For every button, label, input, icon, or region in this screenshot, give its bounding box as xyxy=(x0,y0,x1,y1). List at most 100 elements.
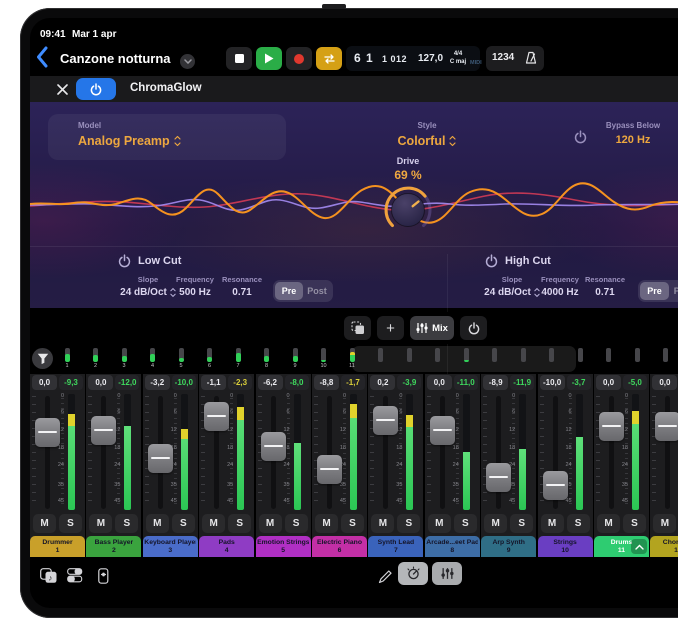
overview-meter-8[interactable] xyxy=(264,348,269,362)
overview-meter-12[interactable] xyxy=(378,348,383,362)
mixer-overview-strip[interactable]: 1234567891011 xyxy=(30,346,678,373)
track-name-band[interactable]: Keyboard Player3 xyxy=(143,536,198,557)
song-title[interactable]: Canzone notturna xyxy=(60,51,171,66)
high-cut-post-button[interactable]: Post xyxy=(669,282,678,300)
volume-value[interactable]: -5,0 xyxy=(623,375,647,390)
channel-strip-inspector-button[interactable] xyxy=(98,568,109,584)
overview-meter-17[interactable] xyxy=(521,348,526,362)
solo-button[interactable]: S xyxy=(285,514,308,533)
overview-meter-10[interactable] xyxy=(321,348,326,362)
pan-value[interactable]: 0,0 xyxy=(596,375,621,390)
solo-button[interactable]: S xyxy=(172,514,195,533)
mix-button[interactable]: Mix xyxy=(410,316,454,340)
track-name-band[interactable]: Bass Player2 xyxy=(86,536,141,557)
plugin-close-button[interactable] xyxy=(54,81,70,97)
pan-value[interactable]: -3,2 xyxy=(145,375,170,390)
low-cut-resonance-value[interactable]: 0.71 xyxy=(212,287,272,298)
back-button[interactable] xyxy=(36,46,52,70)
pan-value[interactable]: -10,0 xyxy=(540,375,565,390)
solo-button[interactable]: S xyxy=(115,514,138,533)
track-name-band[interactable]: Chorus V12 xyxy=(650,536,678,557)
fader-handle[interactable] xyxy=(204,402,229,431)
fader-handle[interactable] xyxy=(486,463,511,492)
pan-value[interactable]: 0,2 xyxy=(370,375,395,390)
style-selector[interactable]: Colorful xyxy=(382,134,472,148)
plugin-power-button[interactable] xyxy=(76,78,116,100)
fader-handle[interactable] xyxy=(543,471,568,500)
mute-button[interactable]: M xyxy=(428,514,451,533)
mute-button[interactable]: M xyxy=(146,514,169,533)
solo-button[interactable]: S xyxy=(397,514,420,533)
overview-meter-2[interactable] xyxy=(93,348,98,362)
overview-meter-16[interactable] xyxy=(492,348,497,362)
count-in-button[interactable]: 1234 xyxy=(492,52,514,63)
record-button[interactable] xyxy=(286,47,312,70)
add-plugin-button[interactable]: + xyxy=(377,316,404,340)
mute-button[interactable]: M xyxy=(259,514,282,533)
overview-meter-11[interactable] xyxy=(350,348,355,362)
solo-button[interactable]: S xyxy=(623,514,646,533)
mute-button[interactable]: M xyxy=(484,514,507,533)
fader-handle[interactable] xyxy=(317,455,342,484)
overview-meter-6[interactable] xyxy=(207,348,212,362)
overview-meter-4[interactable] xyxy=(150,348,155,362)
volume-value[interactable]: -3,7 xyxy=(567,375,591,390)
volume-value[interactable]: -3,9 xyxy=(397,375,421,390)
browser-button[interactable] xyxy=(67,568,83,583)
song-menu-button[interactable] xyxy=(180,54,195,69)
metronome-button[interactable] xyxy=(523,50,539,66)
loop-browser-button[interactable]: ♪ xyxy=(40,568,58,584)
stop-button[interactable] xyxy=(226,47,252,70)
solo-button[interactable]: S xyxy=(454,514,477,533)
volume-value[interactable]: -9,3 xyxy=(59,375,83,390)
overview-meter-7[interactable] xyxy=(236,348,241,362)
bypass-power-icon[interactable] xyxy=(574,130,587,144)
overview-meter-20[interactable] xyxy=(606,348,611,362)
volume-value[interactable]: -8,0 xyxy=(285,375,309,390)
mute-button[interactable]: M xyxy=(33,514,56,533)
pan-value[interactable]: -1,1 xyxy=(201,375,226,390)
high-cut-pre-button[interactable]: Pre xyxy=(640,282,669,300)
track-name-band[interactable]: Electric Piano6 xyxy=(312,536,367,557)
overview-meter-3[interactable] xyxy=(122,348,127,362)
mute-button[interactable]: M xyxy=(89,514,112,533)
volume-value[interactable]: -12,0 xyxy=(115,375,139,390)
solo-button[interactable]: S xyxy=(567,514,590,533)
track-name-band[interactable]: Arp Synth9 xyxy=(481,536,536,557)
pan-value[interactable]: 0,0 xyxy=(427,375,452,390)
lcd-display[interactable]: 6 1 1 012 127,0 4/4 C maj MIDI xyxy=(346,46,480,71)
fader-handle[interactable] xyxy=(655,412,678,441)
low-cut-pre-button[interactable]: Pre xyxy=(275,282,303,300)
model-selector[interactable]: Model Analog Preamp xyxy=(48,114,286,160)
fader-handle[interactable] xyxy=(91,416,116,445)
track-name-band[interactable]: Drums11 xyxy=(594,536,649,557)
pan-value[interactable]: -8,9 xyxy=(483,375,508,390)
volume-value[interactable]: -11,9 xyxy=(510,375,534,390)
overview-meter-5[interactable] xyxy=(179,348,184,362)
pan-value[interactable]: -8,8 xyxy=(314,375,339,390)
volume-value[interactable]: -11,0 xyxy=(454,375,478,390)
track-name-band[interactable]: Emotion Strings5 xyxy=(256,536,311,557)
cycle-button[interactable] xyxy=(316,47,342,70)
track-name-band[interactable]: Drummer1 xyxy=(30,536,85,557)
track-name-band[interactable]: Strings10 xyxy=(538,536,593,557)
overview-meter-15[interactable] xyxy=(464,348,469,362)
fader-handle[interactable] xyxy=(599,412,624,441)
mute-button[interactable]: M xyxy=(371,514,394,533)
drive-knob[interactable] xyxy=(382,184,434,236)
overview-meter-14[interactable] xyxy=(435,348,440,362)
mute-button[interactable]: M xyxy=(653,514,676,533)
pan-value[interactable]: 0,0 xyxy=(88,375,113,390)
pan-value[interactable]: 0,0 xyxy=(652,375,677,390)
overview-meter-1[interactable] xyxy=(65,348,70,362)
track-name-band[interactable]: Synth Lead7 xyxy=(368,536,423,557)
solo-button[interactable]: S xyxy=(228,514,251,533)
volume-value[interactable]: -1,7 xyxy=(341,375,365,390)
overview-meter-22[interactable] xyxy=(663,348,668,362)
bypass-below-value[interactable]: 120 Hz xyxy=(598,134,668,146)
mute-button[interactable]: M xyxy=(202,514,225,533)
overview-meter-21[interactable] xyxy=(635,348,640,362)
mute-button[interactable]: M xyxy=(541,514,564,533)
duplicate-button[interactable] xyxy=(344,316,371,340)
fader-handle[interactable] xyxy=(35,418,60,447)
